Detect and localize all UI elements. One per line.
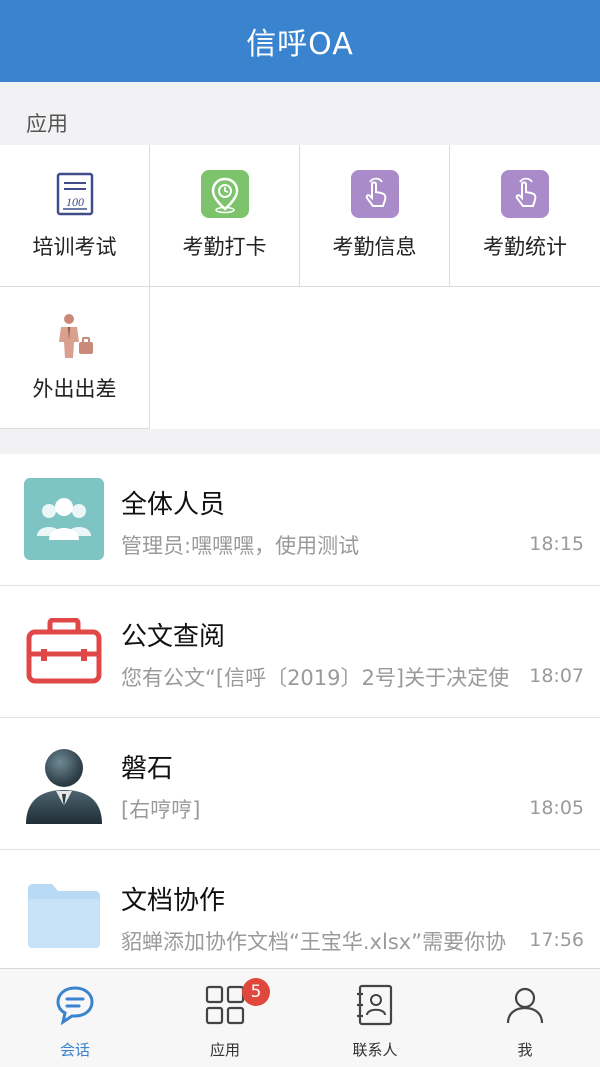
- apps-section-label: 应用: [26, 112, 68, 136]
- conversation-preview: 管理员:嘿嘿嘿，使用测试: [121, 534, 360, 558]
- app-header: 信呼OA: [0, 0, 600, 82]
- app-grid: 100 培训考试 考勤打卡 考勤信息 考勤统计 外出出差: [0, 145, 600, 429]
- conversation-preview: [右哼哼]: [121, 798, 201, 822]
- app-label: 考勤统计: [483, 235, 567, 259]
- person-avatar-icon: [24, 742, 104, 824]
- conversation-item[interactable]: 公文查阅 您有公文“[信呼〔2019〕2号]关于决定使 18:07: [0, 586, 600, 718]
- app-attendance-info[interactable]: 考勤信息: [300, 145, 450, 287]
- page-title: 信呼OA: [246, 27, 354, 62]
- conversation-time: 18:07: [529, 665, 584, 687]
- tab-label: 应用: [209, 1041, 240, 1059]
- conversation-preview: 您有公文“[信呼〔2019〕2号]关于决定使: [121, 666, 510, 690]
- conversation-list: 全体人员 管理员:嘿嘿嘿，使用测试 18:15 公文查阅 您有公文“[信呼〔20…: [0, 454, 600, 968]
- tab-me[interactable]: 我: [450, 969, 600, 1067]
- app-label: 考勤信息: [332, 235, 417, 259]
- section-divider: [0, 429, 600, 454]
- tab-label: 我: [517, 1041, 533, 1059]
- app-business-trip[interactable]: 外出出差: [0, 287, 150, 429]
- conversation-item[interactable]: 全体人员 管理员:嘿嘿嘿，使用测试 18:15: [0, 454, 600, 586]
- app-grid-empty-area: [150, 287, 600, 429]
- tab-conversations[interactable]: 会话: [0, 969, 150, 1067]
- tap-hand-icon: [350, 169, 400, 219]
- tab-apps[interactable]: 应用: [150, 969, 300, 1067]
- user-profile-icon: [503, 983, 547, 1027]
- tab-contacts[interactable]: 联系人: [300, 969, 450, 1067]
- conversation-name: 文档协作: [121, 886, 226, 916]
- tab-label: 联系人: [352, 1041, 398, 1059]
- app-attendance-stats[interactable]: 考勤统计: [450, 145, 600, 287]
- folder-icon: [24, 874, 104, 956]
- app-label: 培训考试: [32, 235, 117, 259]
- conversation-time: 17:56: [529, 929, 584, 951]
- conversation-time: 18:05: [529, 797, 584, 819]
- conversation-item[interactable]: 文档协作 貂蝉添加协作文档“王宝华.xlsx”需要你协 17:56: [0, 850, 600, 968]
- conversation-name: 全体人员: [121, 490, 226, 520]
- conversation-name: 公文查阅: [121, 622, 226, 652]
- app-label: 外出出差: [32, 377, 117, 401]
- exam-paper-icon: 100: [50, 169, 100, 219]
- app-training-exam[interactable]: 100 培训考试: [0, 145, 150, 287]
- tab-label: 会话: [59, 1041, 90, 1059]
- conversation-time: 18:15: [529, 533, 584, 555]
- tap-hand-icon: [500, 169, 550, 219]
- group-icon: [24, 478, 104, 560]
- app-attendance-checkin[interactable]: 考勤打卡: [150, 145, 300, 287]
- chat-bubble-icon: [53, 983, 97, 1027]
- bottom-tab-bar: 会话 应用 联系人 我: [0, 968, 600, 1067]
- conversation-preview: 貂蝉添加协作文档“王宝华.xlsx”需要你协: [121, 930, 507, 954]
- clock-in-location-icon: [200, 169, 250, 219]
- briefcase-icon: [24, 610, 104, 692]
- app-label: 考勤打卡: [182, 235, 267, 259]
- apps-notification-badge: 5: [242, 978, 270, 1006]
- conversation-item[interactable]: 磐石 [右哼哼] 18:05: [0, 718, 600, 850]
- apps-grid-icon: [203, 983, 247, 1027]
- conversation-name: 磐石: [121, 754, 174, 784]
- contacts-book-icon: [353, 983, 397, 1027]
- business-trip-icon: [50, 311, 100, 361]
- svg-text:100: 100: [66, 195, 84, 209]
